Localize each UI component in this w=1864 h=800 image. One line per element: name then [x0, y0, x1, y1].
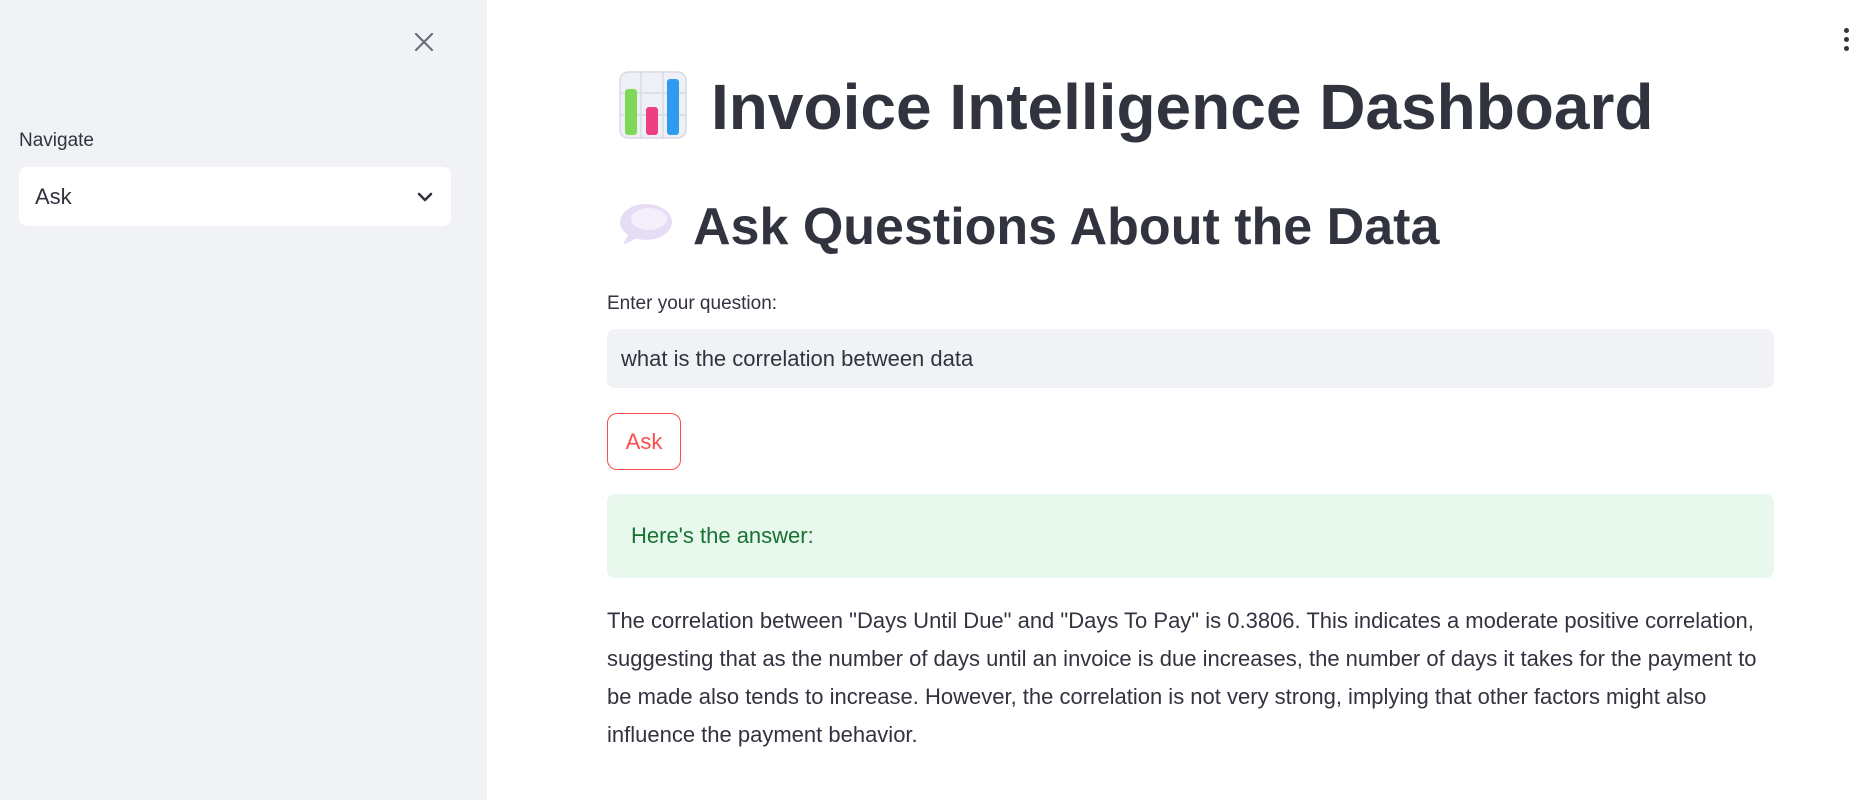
answer-header: Here's the answer: [631, 523, 814, 548]
bar-chart-icon [619, 70, 687, 144]
app: Navigate Ask Invoice Intelligence Dashbo… [0, 0, 1864, 800]
question-label: Enter your question: [607, 293, 778, 314]
navigate-label: Navigate [19, 130, 94, 151]
speech-bubble-icon [617, 201, 673, 254]
page-title-text: Invoice Intelligence Dashboard [711, 71, 1654, 143]
answer-alert: Here's the answer: [607, 494, 1774, 578]
main-menu-icon[interactable] [1836, 24, 1856, 54]
section-title-text: Ask Questions About the Data [693, 198, 1440, 256]
section-title: Ask Questions About the Data [617, 197, 1439, 257]
sidebar: Navigate Ask [0, 0, 487, 800]
chevron-down-icon [415, 187, 435, 207]
navigate-select[interactable]: Ask [19, 167, 451, 226]
question-input[interactable] [607, 329, 1774, 388]
navigate-select-value: Ask [35, 183, 72, 209]
close-icon[interactable] [408, 26, 440, 58]
answer-text: The correlation between "Days Until Due"… [607, 608, 1757, 747]
page-title: Invoice Intelligence Dashboard [619, 70, 1653, 144]
ask-button[interactable]: Ask [607, 413, 681, 470]
